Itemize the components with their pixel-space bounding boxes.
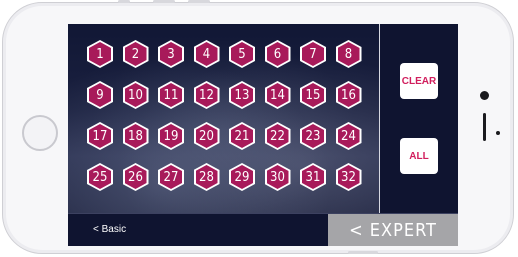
expert-mode-button[interactable]: < EXPERT	[328, 214, 458, 246]
number-hex-button[interactable]: 17	[87, 122, 113, 150]
number-hex-button[interactable]: 31	[300, 163, 326, 191]
number-hex-label: 21	[231, 124, 253, 148]
number-hex-label: 22	[266, 124, 289, 148]
number-hex-label: 31	[302, 165, 324, 189]
number-hex-button[interactable]: 24	[335, 122, 362, 150]
number-hex-button[interactable]: 7	[300, 40, 326, 68]
number-hex-label: 9	[89, 83, 111, 107]
number-hex-label: 28	[195, 165, 218, 189]
number-hex-button[interactable]: 26	[122, 163, 149, 191]
front-camera	[480, 91, 489, 100]
number-hex-button[interactable]: 5	[229, 40, 255, 68]
action-panel: CLEAR ALL	[380, 24, 458, 213]
app-screen: 1 2 3 4 5 6 7 8 9 10 11 12 13 14 15 16 17 18 19 20 21 22 23 24 2…	[68, 24, 458, 246]
mute-switch	[118, 0, 130, 3]
number-hex-label: 6	[266, 42, 289, 66]
number-hex-button[interactable]: 27	[158, 163, 184, 191]
number-hex-label: 16	[337, 83, 360, 107]
number-hex-label: 10	[124, 83, 147, 107]
number-hex-button[interactable]: 19	[158, 122, 184, 150]
number-hex-label: 8	[337, 42, 360, 66]
number-hex-label: 3	[160, 42, 182, 66]
number-hex-button[interactable]: 23	[300, 122, 326, 150]
number-hex-label: 29	[231, 165, 253, 189]
proximity-sensor	[496, 131, 500, 135]
number-hex-label: 12	[195, 83, 218, 107]
number-hex-button[interactable]: 12	[193, 81, 220, 109]
number-hex-label: 20	[195, 124, 218, 148]
number-hex-button[interactable]: 21	[229, 122, 255, 150]
number-hex-label: 25	[89, 165, 111, 189]
number-hex-button[interactable]: 13	[229, 81, 255, 109]
number-hex-label: 30	[266, 165, 289, 189]
number-hex-button[interactable]: 10	[122, 81, 149, 109]
number-hex-label: 2	[124, 42, 147, 66]
earpiece-speaker	[483, 113, 486, 141]
number-hex-button[interactable]: 22	[264, 122, 291, 150]
number-hex-label: 7	[302, 42, 324, 66]
number-hex-label: 23	[302, 124, 324, 148]
number-hex-label: 18	[124, 124, 147, 148]
number-hex-label: 26	[124, 165, 147, 189]
volume-button	[188, 0, 210, 3]
number-hex-label: 4	[195, 42, 218, 66]
number-hex-button[interactable]: 30	[264, 163, 291, 191]
number-hex-label: 24	[337, 124, 360, 148]
number-hex-button[interactable]: 6	[264, 40, 291, 68]
number-hex-button[interactable]: 20	[193, 122, 220, 150]
number-hex-label: 11	[160, 83, 182, 107]
number-hex-label: 27	[160, 165, 182, 189]
number-hex-button[interactable]: 16	[335, 81, 362, 109]
number-hex-button[interactable]: 18	[122, 122, 149, 150]
number-hex-button[interactable]: 15	[300, 81, 326, 109]
number-hex-label: 32	[337, 165, 360, 189]
number-hex-button[interactable]: 25	[87, 163, 113, 191]
number-hex-label: 1	[89, 42, 111, 66]
number-hex-button[interactable]: 28	[193, 163, 220, 191]
number-hex-button[interactable]: 9	[87, 81, 113, 109]
number-hex-label: 5	[231, 42, 253, 66]
number-hex-button[interactable]: 29	[229, 163, 255, 191]
number-hex-button[interactable]: 14	[264, 81, 291, 109]
bottom-bar: < Basic < EXPERT	[68, 213, 458, 246]
number-hex-label: 13	[231, 83, 253, 107]
number-grid: 1 2 3 4 5 6 7 8 9 10 11 12 13 14 15 16 17 18 19 20 21 22 23 24 2…	[68, 24, 379, 213]
basic-mode-link[interactable]: < Basic	[93, 224, 126, 235]
number-hex-button[interactable]: 2	[122, 40, 149, 68]
number-hex-button[interactable]: 32	[335, 163, 362, 191]
number-hex-button[interactable]: 4	[193, 40, 220, 68]
volume-button	[153, 0, 175, 3]
home-button[interactable]	[22, 115, 58, 151]
number-hex-label: 14	[266, 83, 289, 107]
all-button[interactable]: ALL	[400, 138, 438, 174]
number-hex-label: 17	[89, 124, 111, 148]
number-hex-label: 15	[302, 83, 324, 107]
number-hex-button[interactable]: 1	[87, 40, 113, 68]
clear-button[interactable]: CLEAR	[400, 63, 438, 99]
number-hex-label: 19	[160, 124, 182, 148]
number-hex-button[interactable]: 3	[158, 40, 184, 68]
power-button	[348, 251, 378, 254]
number-hex-button[interactable]: 11	[158, 81, 184, 109]
number-hex-button[interactable]: 8	[335, 40, 362, 68]
